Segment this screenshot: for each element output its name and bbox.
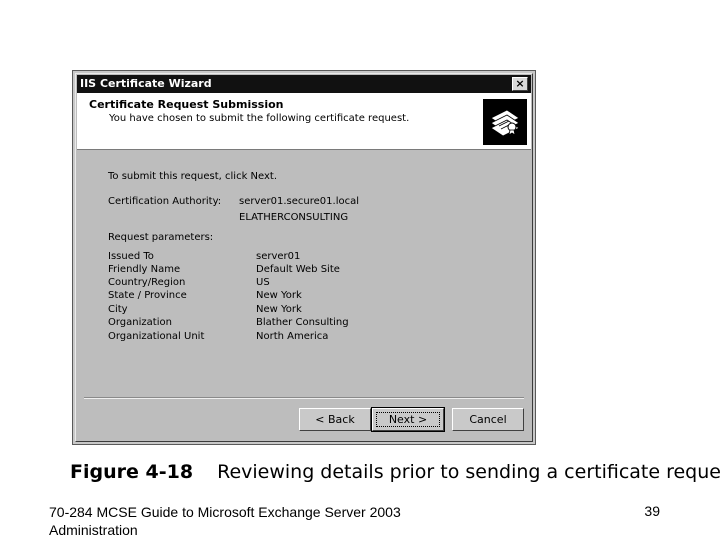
param-value: server01 (256, 251, 301, 262)
cancel-button[interactable]: Cancel (452, 408, 524, 431)
param-row: Organization Blather Consulting (108, 317, 408, 330)
param-key: City (108, 304, 128, 315)
title-bar: IIS Certificate Wizard × (77, 75, 531, 93)
screenshot-frame: IIS Certificate Wizard × Certificate Req… (72, 70, 536, 445)
param-value: Default Web Site (256, 264, 340, 275)
close-icon: × (515, 77, 525, 90)
param-row: State / Province New York (108, 290, 408, 303)
wizard-dialog: IIS Certificate Wizard × Certificate Req… (75, 73, 533, 442)
window-title: IIS Certificate Wizard (80, 77, 212, 90)
header-subtitle: You have chosen to submit the following … (109, 113, 410, 124)
instruction-text: To submit this request, click Next. (108, 171, 278, 182)
param-key: State / Province (108, 290, 187, 301)
param-key: Organizational Unit (108, 331, 205, 342)
figure-number: Figure 4-18 (70, 461, 194, 483)
param-value: North America (256, 331, 329, 342)
param-value: New York (256, 290, 302, 301)
param-key: Country/Region (108, 277, 186, 288)
param-value: New York (256, 304, 302, 315)
wizard-header: Certificate Request Submission You have … (77, 93, 531, 150)
param-key: Organization (108, 317, 172, 328)
param-row: Issued To server01 (108, 251, 408, 264)
ca-label: Certification Authority: (108, 196, 222, 207)
param-row: City New York (108, 304, 408, 317)
header-title: Certificate Request Submission (89, 98, 284, 111)
ca-value-name: ELATHERCONSULTING (239, 212, 349, 223)
param-key: Issued To (108, 251, 154, 262)
close-button[interactable]: × (512, 77, 528, 91)
param-row: Friendly Name Default Web Site (108, 264, 408, 277)
page-number: 39 (644, 503, 660, 519)
param-row: Organizational Unit North America (108, 331, 408, 344)
footer-book-title: 70-284 MCSE Guide to Microsoft Exchange … (49, 504, 401, 538)
param-row: Country/Region US (108, 277, 408, 290)
params-heading: Request parameters: (108, 232, 214, 243)
ca-value-server: server01.secure01.local (239, 196, 360, 207)
certificate-icon (483, 99, 527, 145)
figure-text: Reviewing details prior to sending a cer… (217, 461, 720, 483)
next-button[interactable]: Next > (371, 407, 445, 432)
param-key: Friendly Name (108, 264, 181, 275)
figure-caption: Figure 4-18 Reviewing details prior to s… (70, 461, 720, 483)
param-value: US (256, 277, 270, 288)
button-separator (84, 397, 524, 399)
back-button[interactable]: < Back (299, 408, 371, 431)
focus-rect (376, 412, 440, 427)
param-value: Blather Consulting (256, 317, 349, 328)
